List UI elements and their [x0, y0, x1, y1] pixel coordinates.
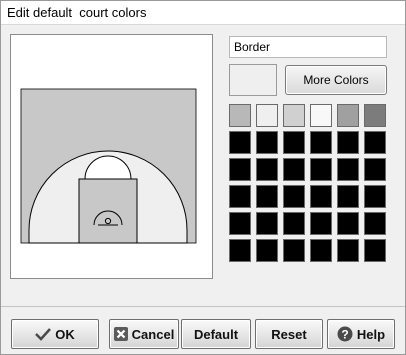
color-palette — [229, 104, 387, 264]
svg-text:?: ? — [341, 328, 348, 342]
button-bar: OK Cancel Default Reset ? Help — [1, 306, 405, 354]
color-swatch[interactable] — [364, 185, 386, 208]
help-button[interactable]: ? Help — [327, 319, 395, 349]
color-swatch[interactable] — [310, 239, 332, 262]
color-swatch[interactable] — [310, 185, 332, 208]
ok-button[interactable]: OK — [11, 319, 99, 349]
color-swatch[interactable] — [229, 239, 251, 262]
color-swatch[interactable] — [337, 131, 359, 154]
court-preview[interactable] — [10, 34, 213, 279]
reset-label: Reset — [271, 326, 307, 342]
more-colors-button[interactable]: More Colors — [285, 65, 387, 95]
x-icon — [113, 327, 128, 341]
color-swatch[interactable] — [283, 158, 305, 181]
color-name-field[interactable] — [229, 36, 387, 58]
color-swatch[interactable] — [229, 158, 251, 181]
color-swatch[interactable] — [229, 131, 251, 154]
color-swatch[interactable] — [283, 185, 305, 208]
reset-button[interactable]: Reset — [255, 319, 323, 349]
color-swatch[interactable] — [364, 239, 386, 262]
color-swatch[interactable] — [364, 104, 386, 127]
color-swatch[interactable] — [256, 239, 278, 262]
color-swatch[interactable] — [364, 158, 386, 181]
window-title: Edit default court colors — [7, 5, 147, 20]
color-swatch[interactable] — [337, 185, 359, 208]
title-bar: Edit default court colors — [1, 1, 405, 25]
color-swatch[interactable] — [256, 158, 278, 181]
color-swatch[interactable] — [310, 158, 332, 181]
color-swatch[interactable] — [256, 212, 278, 235]
check-icon — [35, 328, 52, 341]
color-swatch[interactable] — [337, 239, 359, 262]
color-swatch[interactable] — [310, 104, 332, 127]
color-swatch[interactable] — [256, 104, 278, 127]
question-icon: ? — [337, 326, 353, 342]
default-label: Default — [193, 326, 239, 342]
color-swatch[interactable] — [283, 104, 305, 127]
cancel-button[interactable]: Cancel — [109, 319, 179, 349]
color-swatch[interactable] — [364, 131, 386, 154]
color-swatch[interactable] — [310, 131, 332, 154]
court-diagram[interactable] — [11, 35, 212, 278]
help-label: Help — [356, 326, 386, 342]
color-swatch[interactable] — [256, 185, 278, 208]
selected-color-preview — [229, 64, 277, 96]
cancel-label: Cancel — [131, 326, 175, 342]
color-swatch[interactable] — [283, 212, 305, 235]
color-swatch[interactable] — [229, 185, 251, 208]
color-swatch[interactable] — [337, 104, 359, 127]
ok-label: OK — [55, 326, 75, 342]
color-swatch[interactable] — [229, 212, 251, 235]
color-swatch[interactable] — [337, 158, 359, 181]
edit-court-colors-dialog: Edit default court colors More Colors OK — [0, 0, 406, 355]
color-swatch[interactable] — [256, 131, 278, 154]
default-button[interactable]: Default — [181, 319, 251, 349]
color-swatch[interactable] — [283, 239, 305, 262]
color-swatch[interactable] — [229, 104, 251, 127]
color-swatch[interactable] — [337, 212, 359, 235]
color-swatch[interactable] — [283, 131, 305, 154]
color-swatch[interactable] — [364, 212, 386, 235]
color-swatch[interactable] — [310, 212, 332, 235]
